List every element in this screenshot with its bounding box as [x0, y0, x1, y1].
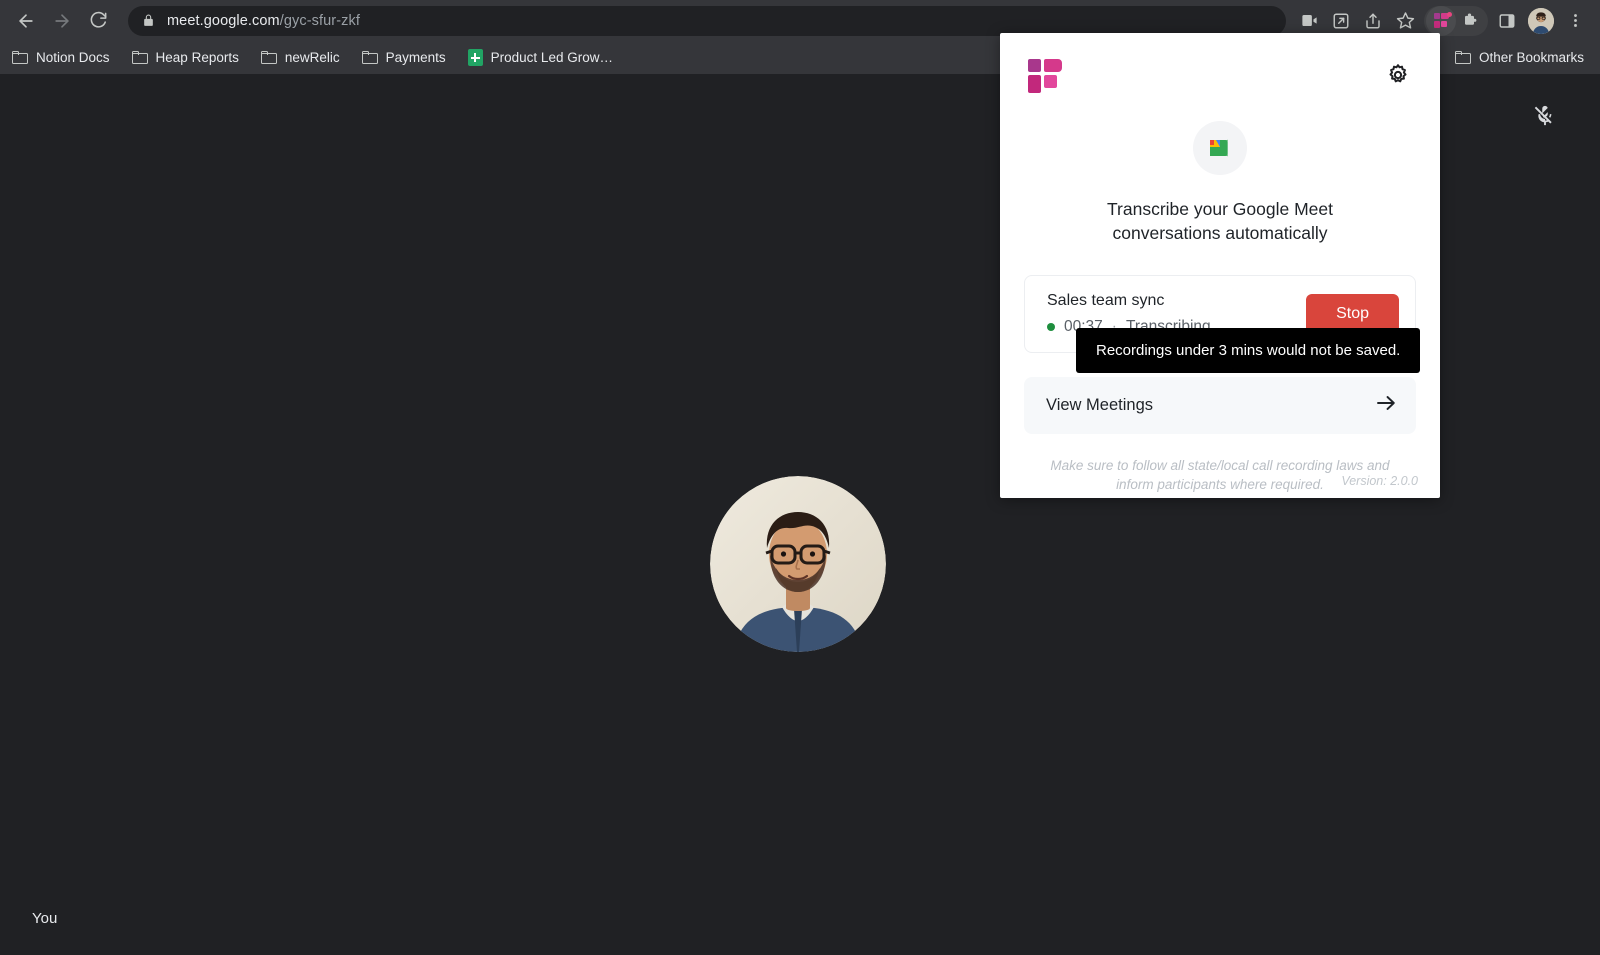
- bookmark-item[interactable]: Notion Docs: [12, 50, 110, 65]
- side-panel-icon[interactable]: [1492, 6, 1522, 36]
- open-external-icon[interactable]: [1326, 6, 1356, 36]
- fireflies-extension-icon[interactable]: [1426, 6, 1456, 36]
- bookmark-label: Heap Reports: [156, 50, 239, 65]
- bookmark-item[interactable]: newRelic: [261, 50, 340, 65]
- popup-header: [1000, 33, 1440, 93]
- bookmark-item[interactable]: Payments: [362, 50, 446, 65]
- folder-icon: [12, 51, 28, 64]
- participant-avatar: [710, 476, 886, 652]
- bookmark-star-icon[interactable]: [1390, 6, 1420, 36]
- bookmark-item[interactable]: Heap Reports: [132, 50, 239, 65]
- bookmark-item[interactable]: Product Led Grow…: [468, 49, 613, 66]
- toolbar-right-actions: [1294, 6, 1590, 36]
- gear-icon[interactable]: [1384, 61, 1412, 89]
- bookmark-label: Payments: [386, 50, 446, 65]
- url-host: meet.google.com: [167, 13, 280, 29]
- reload-icon[interactable]: [82, 5, 114, 37]
- extension-popup: Transcribe your Google Meet conversation…: [1000, 33, 1440, 498]
- google-meet-icon: [1193, 121, 1247, 175]
- video-camera-icon[interactable]: [1294, 6, 1324, 36]
- bookmark-label: newRelic: [285, 50, 340, 65]
- extensions-pill: [1424, 6, 1488, 36]
- bookmark-label: Notion Docs: [36, 50, 110, 65]
- url-text: meet.google.com/gyc-sfur-zkf: [167, 13, 360, 29]
- folder-icon: [1455, 51, 1471, 64]
- bookmark-label: Product Led Grow…: [491, 50, 613, 65]
- extension-notification-dot: [1447, 12, 1452, 17]
- folder-icon: [132, 51, 148, 64]
- profile-avatar[interactable]: [1528, 8, 1554, 34]
- google-sheets-icon: [468, 49, 483, 66]
- meet-control-bar: 12:33 PM | Sales team sync: [0, 940, 1600, 955]
- other-bookmarks-button[interactable]: Other Bookmarks: [1455, 50, 1584, 65]
- folder-icon: [261, 51, 277, 64]
- arrow-right-icon: [1374, 391, 1398, 420]
- popup-headline: Transcribe your Google Meet conversation…: [1070, 197, 1370, 245]
- address-bar[interactable]: meet.google.com/gyc-sfur-zkf: [128, 6, 1286, 36]
- lock-icon: [142, 14, 155, 27]
- forward-arrow-icon[interactable]: [46, 5, 78, 37]
- three-dot-menu-icon[interactable]: [1560, 6, 1590, 36]
- view-meetings-label: View Meetings: [1046, 396, 1153, 415]
- folder-icon: [362, 51, 378, 64]
- url-path: /gyc-sfur-zkf: [280, 13, 360, 29]
- recording-status-dot: [1047, 323, 1055, 331]
- self-name-label: You: [32, 910, 57, 927]
- version-label: Version: 2.0.0: [1341, 474, 1418, 488]
- fireflies-logo-icon: [1028, 59, 1062, 93]
- secondary-controls: 1: [1340, 940, 1578, 955]
- mic-off-icon: [1534, 104, 1556, 131]
- view-meetings-row[interactable]: View Meetings: [1024, 377, 1416, 434]
- browser-window: meet.google.com/gyc-sfur-zkf: [0, 0, 1600, 955]
- back-arrow-icon[interactable]: [10, 5, 42, 37]
- recording-tooltip: Recordings under 3 mins would not be sav…: [1076, 328, 1420, 373]
- share-icon[interactable]: [1358, 6, 1388, 36]
- meeting-card-title: Sales team sync: [1047, 292, 1211, 310]
- other-bookmarks-label: Other Bookmarks: [1479, 50, 1584, 65]
- extension-puzzle-icon[interactable]: [1456, 6, 1486, 36]
